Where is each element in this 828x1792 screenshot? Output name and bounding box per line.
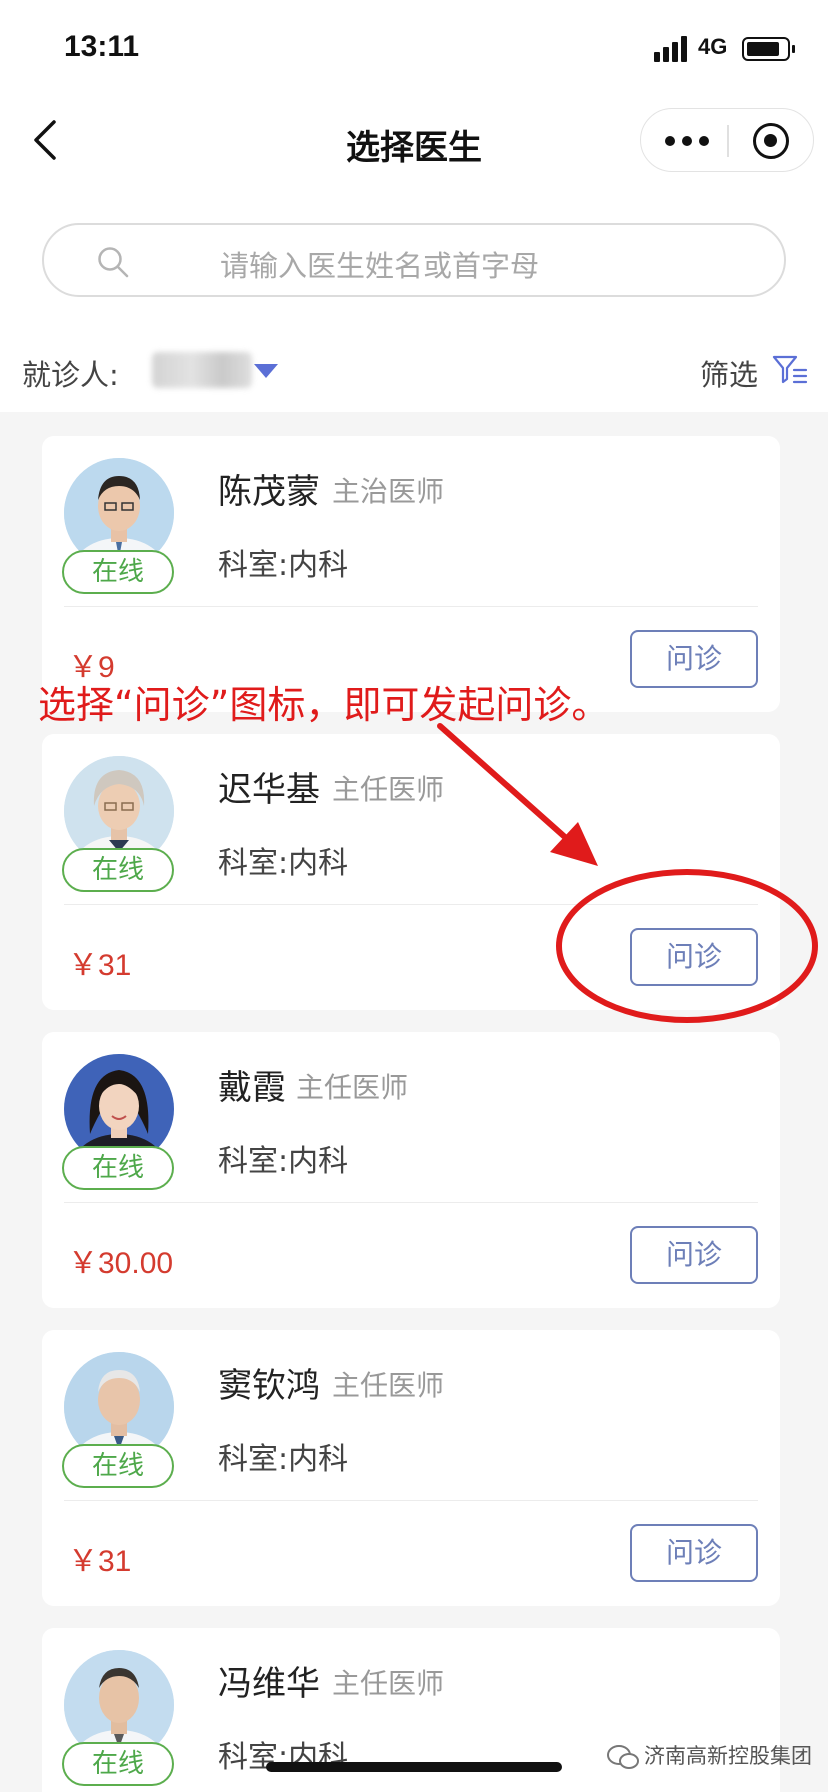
- patient-name-blurred[interactable]: [152, 352, 252, 388]
- consult-button[interactable]: 问诊: [630, 1524, 758, 1582]
- signal-icon: [654, 36, 690, 62]
- doctor-name: 陈茂蒙: [218, 472, 320, 512]
- online-badge: 在线: [62, 1742, 174, 1786]
- doctor-department: 科室:内科: [218, 548, 349, 583]
- annotation-text: 选择“问诊”图标，即可发起问诊。: [38, 683, 610, 727]
- network-type: 4G: [698, 34, 728, 59]
- online-badge: 在线: [62, 550, 174, 594]
- online-badge: 在线: [62, 1444, 174, 1488]
- consult-price: ￥31: [68, 949, 132, 982]
- doctor-title: 主任医师: [332, 773, 445, 806]
- close-miniprogram-icon[interactable]: [753, 123, 789, 159]
- doctor-name: 迟华基: [218, 770, 320, 810]
- online-badge: 在线: [62, 848, 174, 892]
- card-divider: [64, 904, 758, 905]
- doctor-title: 主任医师: [296, 1071, 409, 1104]
- header-area: 13:11 4G 选择医生 请输入医生姓名或首字母 就诊人: 筛选: [0, 0, 828, 412]
- consult-button[interactable]: 问诊: [630, 1226, 758, 1284]
- card-divider: [64, 1202, 758, 1203]
- doctor-title: 主治医师: [332, 475, 445, 508]
- search-input[interactable]: 请输入医生姓名或首字母: [42, 223, 786, 297]
- doctor-card[interactable]: 在线 迟华基 主任医师 科室:内科 ￥31 问诊: [42, 734, 780, 1010]
- doctor-card[interactable]: 在线 窦钦鸿 主任医师 科室:内科 ￥31 问诊: [42, 1330, 780, 1606]
- search-icon: [98, 247, 129, 278]
- online-badge: 在线: [62, 1146, 174, 1190]
- capsule-divider: [727, 125, 729, 157]
- patient-label: 就诊人:: [22, 358, 119, 392]
- filter-icon[interactable]: [772, 354, 808, 386]
- battery-icon: [742, 37, 795, 61]
- card-divider: [64, 606, 758, 607]
- doctor-name: 窦钦鸿: [218, 1366, 320, 1406]
- doctor-department: 科室:内科: [218, 1442, 349, 1477]
- doctor-title: 主任医师: [332, 1369, 445, 1402]
- doctor-name: 戴霞: [218, 1068, 286, 1108]
- home-indicator[interactable]: [266, 1762, 562, 1772]
- more-icon[interactable]: [665, 131, 709, 151]
- consult-price: ￥30.00: [68, 1247, 174, 1280]
- card-divider: [64, 1500, 758, 1501]
- doctor-card[interactable]: 在线 陈茂蒙 主治医师 科室:内科 ￥9 问诊: [42, 436, 780, 712]
- doctor-title: 主任医师: [332, 1667, 445, 1700]
- miniprogram-capsule: [640, 108, 814, 172]
- doctor-name: 冯维华: [218, 1664, 320, 1704]
- doctor-department: 科室:内科: [218, 846, 349, 881]
- doctor-department: 科室:内科: [218, 1144, 349, 1179]
- doctor-card[interactable]: 在线 戴霞 主任医师 科室:内科 ￥30.00 问诊: [42, 1032, 780, 1308]
- consult-button[interactable]: 问诊: [630, 630, 758, 688]
- search-placeholder: 请输入医生姓名或首字母: [220, 249, 540, 283]
- wechat-icon: [607, 1745, 639, 1769]
- filter-button[interactable]: 筛选: [700, 352, 758, 394]
- consult-price: ￥31: [68, 1545, 132, 1578]
- chevron-down-icon[interactable]: [254, 364, 278, 378]
- consult-button[interactable]: 问诊: [630, 928, 758, 986]
- watermark-text: 济南高新控股集团: [644, 1744, 812, 1768]
- status-time: 13:11: [64, 30, 140, 63]
